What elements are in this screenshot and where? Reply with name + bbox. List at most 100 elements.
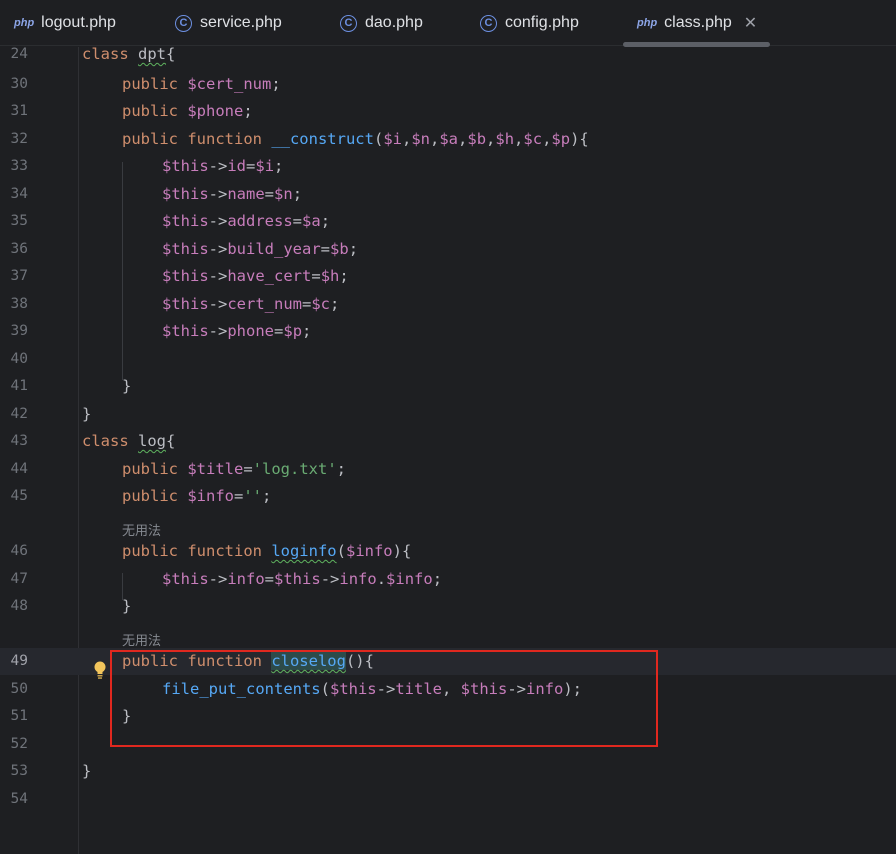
line-number[interactable]: 49	[0, 648, 28, 675]
code-token: $n	[274, 185, 293, 203]
code-line[interactable]: 24 class dpt{	[0, 41, 896, 68]
code-line[interactable]: 34 $this->name=$n;	[0, 181, 896, 208]
line-number[interactable]: 53	[0, 758, 28, 785]
line-number[interactable]: 41	[0, 373, 28, 400]
code-line[interactable]: 45 public $info='';	[0, 483, 896, 510]
code-token: ,	[514, 130, 524, 148]
code-token: loginfo	[271, 542, 337, 560]
code-token: }	[122, 597, 132, 615]
code-line[interactable]: 53}	[0, 758, 896, 785]
code-line[interactable]: 38 $this->cert_num=$c;	[0, 291, 896, 318]
code-token: public	[122, 75, 188, 93]
code-token: $this	[162, 322, 209, 340]
code-token: public function	[122, 542, 272, 560]
code-line[interactable]: 47 $this->info=$this->info.$info;	[0, 566, 896, 593]
line-number[interactable]: 40	[0, 346, 28, 373]
line-number[interactable]: 50	[0, 676, 28, 703]
line-number[interactable]: 31	[0, 98, 28, 125]
code-text: public $phone;	[122, 98, 253, 125]
code-token: =	[302, 295, 312, 313]
code-line[interactable]: 40	[0, 346, 896, 373]
code-token: $h	[495, 130, 515, 148]
code-token: address	[227, 212, 293, 230]
code-line[interactable]: 54	[0, 786, 896, 813]
code-text: }	[122, 373, 131, 400]
code-token: ;	[262, 487, 272, 505]
code-token: ->	[208, 157, 228, 175]
line-number[interactable]: 47	[0, 566, 28, 593]
line-number[interactable]: 38	[0, 291, 28, 318]
line-number[interactable]: 24	[0, 41, 28, 68]
tab-logout-php[interactable]: php logout.php	[14, 0, 116, 46]
line-number[interactable]: 43	[0, 428, 28, 455]
tab-class-php[interactable]: php class.php ✕	[637, 0, 757, 46]
code-line[interactable]: 33 $this->id=$i;	[0, 153, 896, 180]
code-token: ,	[401, 130, 412, 148]
code-token: $this	[162, 212, 209, 230]
code-line[interactable]: 43 class log{	[0, 428, 896, 455]
code-line[interactable]: 32 public function __construct($i,$n,$a,$…	[0, 126, 896, 153]
line-number[interactable]: 39	[0, 318, 28, 345]
line-number[interactable]: 34	[0, 181, 28, 208]
tab-dao-php[interactable]: C dao.php	[340, 0, 423, 46]
close-tab-icon[interactable]: ✕	[744, 13, 757, 33]
code-token: ){	[570, 130, 589, 148]
code-token: info	[339, 570, 377, 588]
code-line[interactable]: 41}	[0, 373, 896, 400]
code-token: id	[227, 157, 247, 175]
code-token: $info	[386, 570, 433, 588]
code-token: $this	[162, 267, 209, 285]
code-token: ){	[392, 542, 412, 560]
line-number[interactable]: 37	[0, 263, 28, 290]
code-text: public function __construct($i,$n,$a,$b,…	[122, 126, 589, 153]
code-token: ->	[208, 240, 228, 258]
code-line[interactable]: 36 $this->build_year=$b;	[0, 236, 896, 263]
usages-hint[interactable]: 无用法	[122, 521, 161, 543]
lightbulb-icon[interactable]	[93, 661, 107, 679]
code-token: ;	[348, 240, 359, 258]
line-number[interactable]: 54	[0, 786, 28, 813]
line-number[interactable]: 42	[0, 401, 28, 428]
code-token: 'log.txt'	[252, 460, 337, 478]
code-line[interactable]: 48}	[0, 593, 896, 620]
code-token: build_year	[227, 240, 321, 258]
code-token: =	[274, 322, 284, 340]
code-token: ;	[320, 212, 331, 230]
code-line[interactable]: 42}	[0, 401, 896, 428]
tab-config-php[interactable]: C config.php	[480, 0, 579, 46]
class-c-icon: C	[480, 14, 497, 32]
tab-label: service.php	[200, 14, 282, 31]
line-number[interactable]: 32	[0, 126, 28, 153]
line-number[interactable]: 46	[0, 538, 28, 565]
php-file-icon: php	[14, 17, 35, 29]
code-token: ,	[458, 130, 468, 148]
line-number[interactable]: 35	[0, 208, 28, 235]
line-number[interactable]: 44	[0, 456, 28, 483]
code-token: class	[82, 432, 138, 450]
line-number[interactable]: 36	[0, 236, 28, 263]
line-number[interactable]: 51	[0, 703, 28, 730]
code-text: public $cert_num;	[122, 71, 281, 98]
code-token: ;	[271, 75, 281, 93]
code-token: $info	[187, 487, 234, 505]
code-token: ->	[320, 570, 340, 588]
code-line[interactable]: 39 $this->phone=$p;	[0, 318, 896, 345]
code-token: $this	[162, 570, 209, 588]
code-line[interactable]: 30 public $cert_num;	[0, 71, 896, 98]
tab-service-php[interactable]: C service.php	[175, 0, 282, 46]
code-line[interactable]: 35 $this->address=$a;	[0, 208, 896, 235]
code-line[interactable]: 44 public $title='log.txt';	[0, 456, 896, 483]
line-number[interactable]: 45	[0, 483, 28, 510]
line-number[interactable]: 33	[0, 153, 28, 180]
code-token: ->	[208, 212, 228, 230]
line-number[interactable]: 48	[0, 593, 28, 620]
annotation-highlight-box	[110, 650, 658, 747]
code-line[interactable]: 37 $this->have_cert=$h;	[0, 263, 896, 290]
code-token: $h	[320, 267, 340, 285]
code-text: $this->info=$this->info.$info;	[162, 566, 442, 593]
code-token: phone	[227, 322, 275, 340]
line-number[interactable]: 52	[0, 731, 28, 758]
code-token: $a	[302, 212, 321, 230]
line-number[interactable]: 30	[0, 71, 28, 98]
code-line[interactable]: 31 public $phone;	[0, 98, 896, 125]
